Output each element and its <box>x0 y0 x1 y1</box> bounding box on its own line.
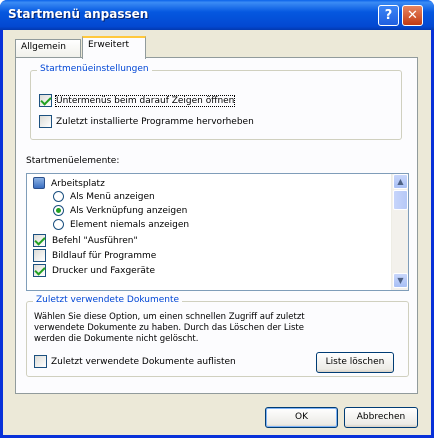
tab-allgemein[interactable]: Allgemein <box>15 39 81 58</box>
cancel-button[interactable]: Abbrechen <box>344 407 418 428</box>
scroll-thumb[interactable] <box>393 190 408 210</box>
highlight-new-programs-option[interactable]: Zuletzt installierte Programme hervorheb… <box>39 115 254 128</box>
window-title: Startmenü anpassen <box>8 7 149 21</box>
list-scrollbar[interactable]: ▲ ▼ <box>391 174 408 290</box>
clear-list-button[interactable]: Liste löschen <box>316 352 394 373</box>
ok-button[interactable]: OK <box>265 407 338 428</box>
run-command-checkbox[interactable] <box>33 234 46 247</box>
list-item[interactable]: Arbeitsplatz <box>33 177 105 190</box>
computer-icon <box>33 177 45 189</box>
title-bar[interactable]: Startmenü anpassen ? ✕ <box>0 0 434 30</box>
scroll-up-button[interactable]: ▲ <box>393 174 408 189</box>
highlight-new-programs-checkbox[interactable] <box>39 115 52 128</box>
list-item-label: Bildlauf für Programme <box>52 251 157 261</box>
list-item[interactable]: Als Verknüpfung anzeigen <box>53 205 187 218</box>
printers-checkbox[interactable] <box>33 264 46 277</box>
recent-documents-description-2: verwendete Dokumente zu haben. Durch das… <box>34 323 304 333</box>
scroll-programs-checkbox[interactable] <box>33 249 46 262</box>
recent-documents-description-1: Wählen Sie diese Option, um einen schnel… <box>34 312 305 322</box>
startmenu-settings-title: Startmenüeinstellungen <box>37 64 152 74</box>
list-item[interactable]: Drucker und Faxgeräte <box>33 264 155 277</box>
list-item-label: Befehl "Ausführen" <box>52 236 138 246</box>
radio-as-link[interactable] <box>53 205 64 216</box>
list-item[interactable]: Befehl "Ausführen" <box>33 234 138 247</box>
tab-erweitert[interactable]: Erweitert <box>82 36 146 59</box>
list-item-label: Als Verknüpfung anzeigen <box>70 206 188 216</box>
radio-as-menu[interactable] <box>53 191 64 202</box>
list-item[interactable]: Als Menü anzeigen <box>53 191 155 204</box>
list-item[interactable]: Bildlauf für Programme <box>33 249 156 262</box>
help-button[interactable]: ? <box>378 5 399 26</box>
recent-documents-description-3: werden die Dokumente nicht gelöscht. <box>34 334 199 344</box>
startmenu-items-list[interactable]: Arbeitsplatz Als Menü anzeigen Als Verkn… <box>26 173 409 291</box>
list-item-label: Drucker und Faxgeräte <box>52 266 155 276</box>
list-recent-documents-label: Zuletzt verwendete Dokumente auflisten <box>51 356 236 367</box>
close-button[interactable]: ✕ <box>402 5 423 26</box>
startmenu-items-label: Startmenüelemente: <box>26 156 120 166</box>
submenu-hover-option[interactable]: Untermenüs beim darauf Zeigen öffnen <box>39 94 236 107</box>
highlight-new-programs-label: Zuletzt installierte Programme hervorheb… <box>56 116 254 127</box>
list-item-label: Element niemals anzeigen <box>70 220 190 230</box>
list-recent-documents-option[interactable]: Zuletzt verwendete Dokumente auflisten <box>34 355 236 368</box>
submenu-hover-checkbox[interactable] <box>39 94 52 107</box>
tab-panel-erweitert: Startmenüeinstellungen Untermenüs beim d… <box>15 57 418 394</box>
list-item-label: Arbeitsplatz <box>51 178 105 189</box>
scroll-down-button[interactable]: ▼ <box>393 273 408 288</box>
customize-start-menu-dialog: Startmenü anpassen ? ✕ Allgemein Erweite… <box>0 0 434 438</box>
submenu-hover-label: Untermenüs beim darauf Zeigen öffnen <box>54 94 236 107</box>
recent-documents-title: Zuletzt verwendete Dokumente <box>33 295 183 305</box>
list-item-label: Als Menü anzeigen <box>70 192 155 202</box>
list-item[interactable]: Element niemals anzeigen <box>53 219 189 232</box>
radio-never[interactable] <box>53 219 64 230</box>
list-recent-documents-checkbox[interactable] <box>34 355 47 368</box>
